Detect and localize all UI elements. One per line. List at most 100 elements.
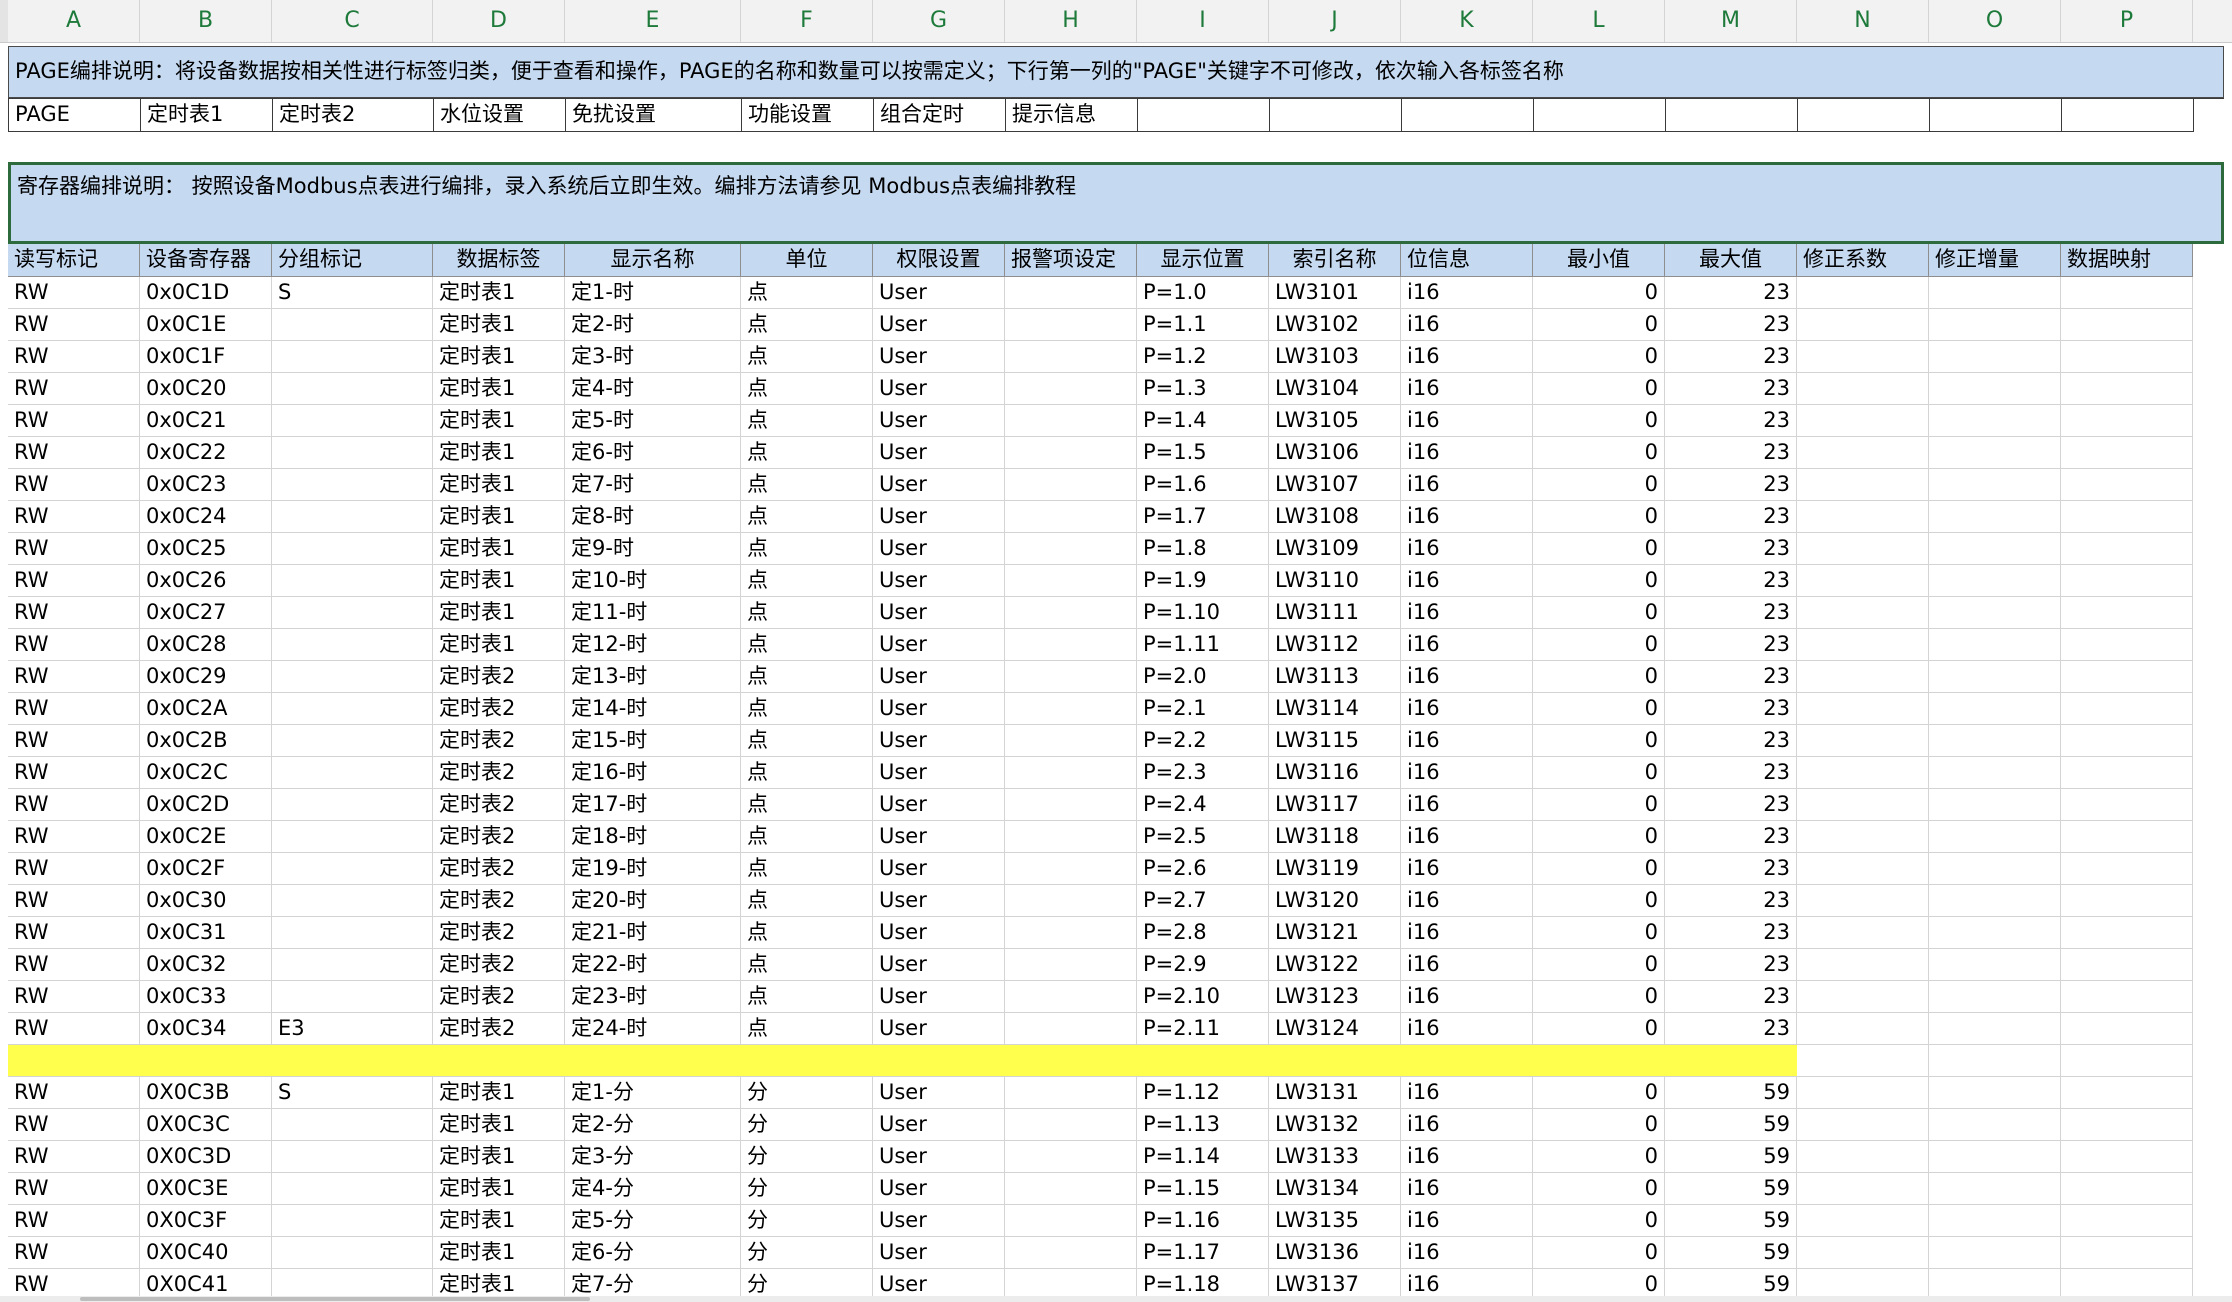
column-header-cell[interactable]: 修正系数 xyxy=(1797,244,1929,277)
data-cell[interactable] xyxy=(1005,821,1137,853)
data-cell[interactable] xyxy=(2061,789,2193,821)
data-cell[interactable]: User xyxy=(873,437,1005,469)
data-cell[interactable]: LW3109 xyxy=(1269,533,1401,565)
data-cell[interactable]: 0 xyxy=(1533,533,1665,565)
column-header-cell[interactable]: 设备寄存器 xyxy=(140,244,272,277)
data-cell[interactable]: User xyxy=(873,1109,1005,1141)
data-cell[interactable] xyxy=(1929,309,2061,341)
column-letter-F[interactable]: F xyxy=(741,0,873,42)
data-cell[interactable]: User xyxy=(873,1077,1005,1109)
data-cell[interactable] xyxy=(1929,981,2061,1013)
data-cell[interactable]: E3 xyxy=(272,1013,433,1045)
data-cell[interactable] xyxy=(1005,789,1137,821)
data-cell[interactable]: 点 xyxy=(741,469,873,501)
column-header-cell[interactable]: 最小值 xyxy=(1533,244,1665,277)
data-cell[interactable] xyxy=(1005,533,1137,565)
data-cell[interactable]: 0 xyxy=(1533,1109,1665,1141)
data-cell[interactable]: 定时表1 xyxy=(433,341,565,373)
separator-cell[interactable] xyxy=(140,1045,272,1077)
data-cell[interactable] xyxy=(1797,725,1929,757)
data-cell[interactable] xyxy=(2061,565,2193,597)
data-cell[interactable] xyxy=(1797,1173,1929,1205)
data-cell[interactable]: 23 xyxy=(1665,437,1797,469)
data-cell[interactable]: 0 xyxy=(1533,341,1665,373)
data-cell[interactable]: 0 xyxy=(1533,501,1665,533)
data-cell[interactable]: P=1.3 xyxy=(1137,373,1269,405)
data-cell[interactable]: 定时表2 xyxy=(433,661,565,693)
data-cell[interactable]: P=1.5 xyxy=(1137,437,1269,469)
data-cell[interactable]: RW xyxy=(8,757,140,789)
data-cell[interactable]: RW xyxy=(8,789,140,821)
data-cell[interactable] xyxy=(272,437,433,469)
data-cell[interactable] xyxy=(1005,1109,1137,1141)
data-cell[interactable]: P=1.4 xyxy=(1137,405,1269,437)
data-cell[interactable] xyxy=(1929,1173,2061,1205)
data-cell[interactable]: RW xyxy=(8,661,140,693)
column-header-cell[interactable]: 位信息 xyxy=(1401,244,1533,277)
data-cell[interactable]: LW3114 xyxy=(1269,693,1401,725)
data-cell[interactable] xyxy=(272,405,433,437)
data-cell[interactable] xyxy=(1797,629,1929,661)
data-cell[interactable] xyxy=(272,917,433,949)
data-cell[interactable] xyxy=(1797,693,1929,725)
data-cell[interactable]: 定7-时 xyxy=(565,469,741,501)
data-cell[interactable]: 定24-时 xyxy=(565,1013,741,1045)
data-cell[interactable]: i16 xyxy=(1401,1109,1533,1141)
separator-cell[interactable] xyxy=(1929,1045,2061,1077)
data-cell[interactable]: LW3111 xyxy=(1269,597,1401,629)
data-cell[interactable]: 0 xyxy=(1533,757,1665,789)
data-cell[interactable] xyxy=(2061,533,2193,565)
data-cell[interactable]: i16 xyxy=(1401,693,1533,725)
data-cell[interactable]: 定3-时 xyxy=(565,341,741,373)
horizontal-scrollbar[interactable] xyxy=(0,1296,2232,1302)
data-cell[interactable]: User xyxy=(873,1141,1005,1173)
separator-cell[interactable] xyxy=(741,1045,873,1077)
page-cell[interactable] xyxy=(1138,99,1270,132)
data-cell[interactable]: User xyxy=(873,373,1005,405)
data-cell[interactable]: RW xyxy=(8,949,140,981)
data-cell[interactable]: RW xyxy=(8,1205,140,1237)
data-cell[interactable]: 0x0C26 xyxy=(140,565,272,597)
data-cell[interactable]: 定17-时 xyxy=(565,789,741,821)
data-cell[interactable] xyxy=(272,1109,433,1141)
data-cell[interactable]: P=1.6 xyxy=(1137,469,1269,501)
data-cell[interactable]: 定时表1 xyxy=(433,1205,565,1237)
data-cell[interactable]: P=2.6 xyxy=(1137,853,1269,885)
column-header-cell[interactable]: 数据映射 xyxy=(2061,244,2193,277)
data-cell[interactable]: i16 xyxy=(1401,565,1533,597)
data-cell[interactable]: S xyxy=(272,277,433,309)
data-cell[interactable] xyxy=(1797,565,1929,597)
data-cell[interactable]: 定5-时 xyxy=(565,405,741,437)
column-letter-J[interactable]: J xyxy=(1269,0,1401,42)
data-cell[interactable] xyxy=(1929,917,2061,949)
separator-cell[interactable] xyxy=(8,1045,140,1077)
data-cell[interactable]: 0 xyxy=(1533,373,1665,405)
data-cell[interactable] xyxy=(1005,565,1137,597)
data-cell[interactable] xyxy=(2061,1141,2193,1173)
data-cell[interactable]: 定时表1 xyxy=(433,1141,565,1173)
data-cell[interactable] xyxy=(1929,277,2061,309)
data-cell[interactable]: 定9-时 xyxy=(565,533,741,565)
data-cell[interactable]: 0x0C34 xyxy=(140,1013,272,1045)
column-letter-L[interactable]: L xyxy=(1533,0,1665,42)
data-cell[interactable] xyxy=(1005,1237,1137,1269)
data-cell[interactable]: 0 xyxy=(1533,277,1665,309)
data-cell[interactable]: 0X0C3E xyxy=(140,1173,272,1205)
data-cell[interactable]: LW3123 xyxy=(1269,981,1401,1013)
data-cell[interactable] xyxy=(1005,757,1137,789)
data-cell[interactable] xyxy=(1929,725,2061,757)
data-cell[interactable]: 23 xyxy=(1665,373,1797,405)
data-cell[interactable] xyxy=(272,981,433,1013)
data-cell[interactable]: 0 xyxy=(1533,1237,1665,1269)
data-cell[interactable] xyxy=(1929,1205,2061,1237)
data-cell[interactable] xyxy=(1797,405,1929,437)
data-cell[interactable]: P=1.9 xyxy=(1137,565,1269,597)
data-cell[interactable] xyxy=(272,373,433,405)
data-cell[interactable] xyxy=(2061,437,2193,469)
data-cell[interactable]: 23 xyxy=(1665,405,1797,437)
data-cell[interactable] xyxy=(1005,885,1137,917)
data-cell[interactable]: 0 xyxy=(1533,469,1665,501)
data-cell[interactable]: 0x0C1D xyxy=(140,277,272,309)
data-cell[interactable] xyxy=(1005,501,1137,533)
data-cell[interactable]: 定6-时 xyxy=(565,437,741,469)
